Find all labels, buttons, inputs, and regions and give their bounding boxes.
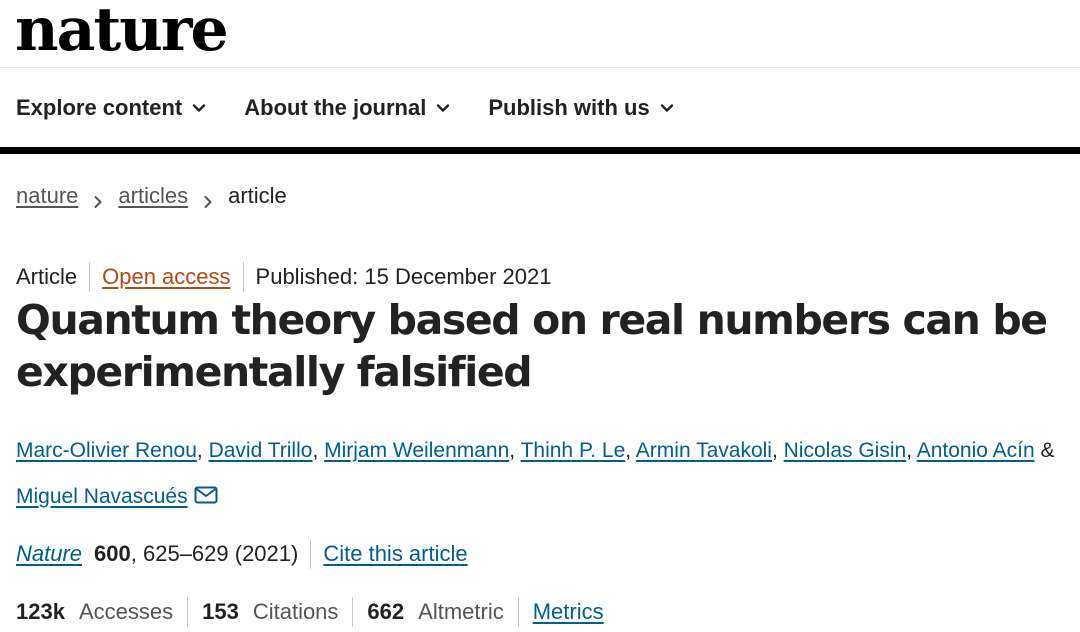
nav-item-label: Explore content — [16, 95, 183, 120]
article-meta: Article Open access Published: 15 Decemb… — [16, 262, 552, 292]
metrics-divider — [352, 597, 354, 627]
author-list: Marc-Olivier Renou, David Trillo, Mirjam… — [16, 428, 1076, 520]
author-link[interactable]: Armin Tavakoli — [636, 439, 772, 462]
journal-link[interactable]: Nature — [16, 541, 82, 567]
nature-logo[interactable]: nature — [15, 0, 229, 68]
meta-divider — [310, 539, 312, 569]
author-link[interactable]: Miguel Navascués — [16, 485, 188, 508]
author-separator: , — [312, 439, 325, 462]
metrics-divider — [517, 597, 519, 627]
mail-icon[interactable] — [194, 475, 218, 504]
author-link[interactable]: Thinh P. Le — [521, 439, 626, 462]
author-separator: , — [625, 439, 636, 462]
breadcrumb-articles[interactable]: articles — [118, 183, 188, 209]
accesses-label: Accesses — [78, 599, 174, 624]
citation-line: Nature 600 , 625–629 (2021) Cite this ar… — [16, 539, 468, 569]
nav-explore-content[interactable]: Explore content — [16, 95, 206, 121]
citations-count: 153 — [202, 599, 239, 624]
breadcrumb: nature articles article — [16, 183, 287, 209]
chevron-down-icon — [436, 101, 450, 115]
cite-this-article-link[interactable]: Cite this article — [323, 541, 467, 567]
author-separator: & — [1034, 439, 1055, 462]
journal-pages-year: , 625–629 (2021) — [130, 541, 299, 566]
altmetric-label: Altmetric — [418, 599, 504, 624]
chevron-down-icon — [660, 101, 674, 115]
meta-divider — [89, 262, 91, 292]
nav-item-label: Publish with us — [488, 95, 650, 120]
nav-about-journal[interactable]: About the journal — [244, 95, 450, 121]
accesses-count: 123k — [16, 599, 65, 624]
author-link[interactable]: Marc-Olivier Renou — [16, 439, 197, 462]
author-link[interactable]: David Trillo — [209, 439, 313, 462]
author-link[interactable]: Nicolas Gisin — [784, 439, 907, 462]
metrics-divider — [187, 597, 189, 627]
header-bottom-bar — [0, 147, 1080, 154]
title-line-1: Quantum theory based on real numbers can… — [16, 296, 1048, 344]
nav-publish-with-us[interactable]: Publish with us — [488, 95, 673, 121]
article-type: Article — [16, 264, 78, 289]
chevron-right-icon — [202, 189, 214, 208]
published-date: Published: 15 December 2021 — [255, 264, 552, 289]
nav-item-label: About the journal — [244, 95, 427, 120]
author-separator: , — [509, 439, 521, 462]
author-link[interactable]: Mirjam Weilenmann — [324, 439, 509, 462]
chevron-right-icon — [92, 189, 104, 208]
chevron-down-icon — [192, 101, 206, 115]
breadcrumb-nature[interactable]: nature — [16, 183, 78, 209]
author-link[interactable]: Antonio Acín — [917, 439, 1035, 462]
author-separator: , — [196, 439, 209, 462]
article-title: Quantum theory based on real numbers can… — [16, 294, 1056, 398]
open-access-link[interactable]: Open access — [102, 264, 230, 290]
metrics-link[interactable]: Metrics — [533, 599, 604, 625]
main-nav: Explore content About the journal Publis… — [16, 88, 712, 128]
citations-label: Citations — [252, 599, 339, 624]
title-line-2: experimentally falsified — [16, 348, 533, 396]
altmetric-score: 662 — [367, 599, 405, 624]
article-metrics: 123k Accesses 153 Citations 662 Altmetri… — [16, 597, 604, 627]
meta-divider — [242, 262, 244, 292]
journal-volume: 600 — [94, 541, 131, 566]
breadcrumb-current: article — [228, 183, 287, 208]
header-divider — [0, 67, 1080, 68]
author-separator: , — [771, 439, 784, 462]
author-separator: , — [906, 439, 917, 462]
